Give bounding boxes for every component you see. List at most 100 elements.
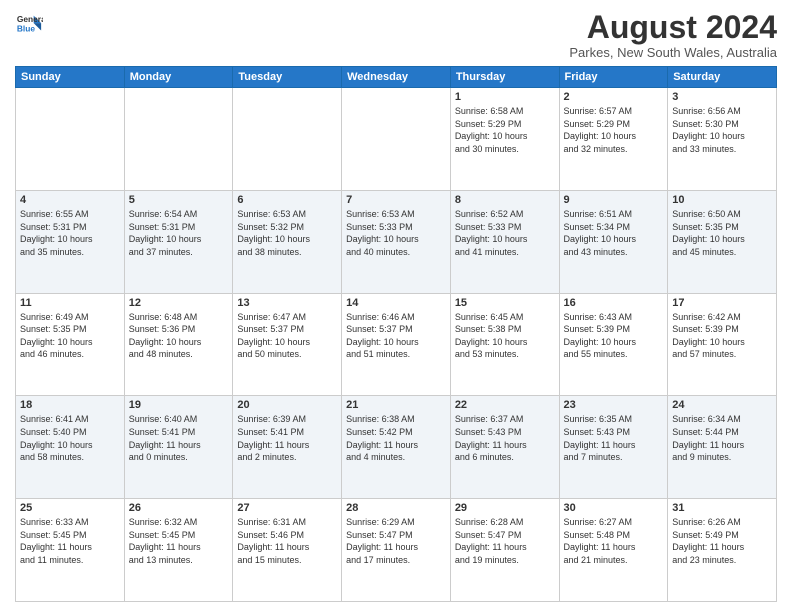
day-number: 20 <box>237 399 337 411</box>
cell-text: Sunrise: 6:32 AM Sunset: 5:45 PM Dayligh… <box>129 516 229 566</box>
cell-w1-d3 <box>233 88 342 191</box>
week-row-4: 18 Sunrise: 6:41 AM Sunset: 5:40 PM Dayli… <box>16 396 777 499</box>
logo-icon: General Blue <box>15 10 43 38</box>
day-number: 14 <box>346 297 446 309</box>
cell-w2-d7: 10Sunrise: 6:50 AM Sunset: 5:35 PM Dayli… <box>668 190 777 293</box>
week-row-5: 25 Sunrise: 6:33 AM Sunset: 5:45 PM Dayli… <box>16 499 777 602</box>
calendar: Sunday Monday Tuesday Wednesday Thursday… <box>15 66 777 602</box>
day-number: 16 <box>564 297 664 309</box>
col-wednesday: Wednesday <box>342 67 451 88</box>
col-monday: Monday <box>124 67 233 88</box>
col-thursday: Thursday <box>450 67 559 88</box>
cell-w1-d1 <box>16 88 125 191</box>
cell-text: Sunrise: 6:31 AM Sunset: 5:46 PM Dayligh… <box>237 516 337 566</box>
day-number: 19 <box>129 399 229 411</box>
cell-text: Sunrise: 6:40 AM Sunset: 5:41 PM Dayligh… <box>129 413 229 463</box>
cell-w1-d4 <box>342 88 451 191</box>
cell-text: Sunrise: 6:42 AM Sunset: 5:39 PM Dayligh… <box>672 311 772 361</box>
cell-w3-d2: 12Sunrise: 6:48 AM Sunset: 5:36 PM Dayli… <box>124 293 233 396</box>
day-number: 18 <box>20 399 120 411</box>
cell-w5-d2: 26 Sunrise: 6:32 AM Sunset: 5:45 PM Dayli… <box>124 499 233 602</box>
week-row-3: 11Sunrise: 6:49 AM Sunset: 5:35 PM Dayli… <box>16 293 777 396</box>
cell-text: Sunrise: 6:41 AM Sunset: 5:40 PM Dayligh… <box>20 413 120 463</box>
cell-text: Sunrise: 6:34 AM Sunset: 5:44 PM Dayligh… <box>672 413 772 463</box>
cell-text: Sunrise: 6:33 AM Sunset: 5:45 PM Dayligh… <box>20 516 120 566</box>
cell-w2-d4: 7Sunrise: 6:53 AM Sunset: 5:33 PM Daylig… <box>342 190 451 293</box>
cell-text: Sunrise: 6:52 AM Sunset: 5:33 PM Dayligh… <box>455 208 555 258</box>
day-number: 17 <box>672 297 772 309</box>
cell-w3-d4: 14Sunrise: 6:46 AM Sunset: 5:37 PM Dayli… <box>342 293 451 396</box>
day-number: 5 <box>129 194 229 206</box>
week-row-2: 4Sunrise: 6:55 AM Sunset: 5:31 PM Daylig… <box>16 190 777 293</box>
cell-w1-d6: 2 Sunrise: 6:57 AM Sunset: 5:29 PM Daylig… <box>559 88 668 191</box>
cell-w4-d6: 23 Sunrise: 6:35 AM Sunset: 5:43 PM Dayli… <box>559 396 668 499</box>
col-tuesday: Tuesday <box>233 67 342 88</box>
cell-text: Sunrise: 6:53 AM Sunset: 5:32 PM Dayligh… <box>237 208 337 258</box>
cell-w5-d5: 29Sunrise: 6:28 AM Sunset: 5:47 PM Dayli… <box>450 499 559 602</box>
cell-w3-d7: 17 Sunrise: 6:42 AM Sunset: 5:39 PM Dayli… <box>668 293 777 396</box>
day-number: 24 <box>672 399 772 411</box>
day-number: 29 <box>455 502 555 514</box>
cell-text: Sunrise: 6:49 AM Sunset: 5:35 PM Dayligh… <box>20 311 120 361</box>
cell-text: Sunrise: 6:39 AM Sunset: 5:41 PM Dayligh… <box>237 413 337 463</box>
cell-w1-d2 <box>124 88 233 191</box>
day-number: 15 <box>455 297 555 309</box>
cell-text: Sunrise: 6:48 AM Sunset: 5:36 PM Dayligh… <box>129 311 229 361</box>
cell-w3-d5: 15 Sunrise: 6:45 AM Sunset: 5:38 PM Dayli… <box>450 293 559 396</box>
cell-text: Sunrise: 6:51 AM Sunset: 5:34 PM Dayligh… <box>564 208 664 258</box>
calendar-header: Sunday Monday Tuesday Wednesday Thursday… <box>16 67 777 88</box>
day-number: 25 <box>20 502 120 514</box>
cell-w4-d4: 21 Sunrise: 6:38 AM Sunset: 5:42 PM Dayli… <box>342 396 451 499</box>
cell-w2-d6: 9Sunrise: 6:51 AM Sunset: 5:34 PM Daylig… <box>559 190 668 293</box>
cell-w5-d1: 25 Sunrise: 6:33 AM Sunset: 5:45 PM Dayli… <box>16 499 125 602</box>
cell-text: Sunrise: 6:35 AM Sunset: 5:43 PM Dayligh… <box>564 413 664 463</box>
cell-text: Sunrise: 6:43 AM Sunset: 5:39 PM Dayligh… <box>564 311 664 361</box>
cell-text: Sunrise: 6:47 AM Sunset: 5:37 PM Dayligh… <box>237 311 337 361</box>
day-number: 23 <box>564 399 664 411</box>
cell-w2-d1: 4Sunrise: 6:55 AM Sunset: 5:31 PM Daylig… <box>16 190 125 293</box>
cell-w3-d6: 16 Sunrise: 6:43 AM Sunset: 5:39 PM Dayli… <box>559 293 668 396</box>
cell-w3-d3: 13Sunrise: 6:47 AM Sunset: 5:37 PM Dayli… <box>233 293 342 396</box>
cell-text: Sunrise: 6:57 AM Sunset: 5:29 PM Dayligh… <box>564 105 664 155</box>
header-row: Sunday Monday Tuesday Wednesday Thursday… <box>16 67 777 88</box>
day-number: 28 <box>346 502 446 514</box>
cell-text: Sunrise: 6:38 AM Sunset: 5:42 PM Dayligh… <box>346 413 446 463</box>
location: Parkes, New South Wales, Australia <box>569 45 777 60</box>
cell-text: Sunrise: 6:37 AM Sunset: 5:43 PM Dayligh… <box>455 413 555 463</box>
cell-w4-d5: 22 Sunrise: 6:37 AM Sunset: 5:43 PM Dayli… <box>450 396 559 499</box>
cell-w1-d5: 1 Sunrise: 6:58 AM Sunset: 5:29 PM Daylig… <box>450 88 559 191</box>
day-number: 8 <box>455 194 555 206</box>
day-number: 31 <box>672 502 772 514</box>
day-number: 2 <box>564 91 664 103</box>
cell-text: Sunrise: 6:50 AM Sunset: 5:35 PM Dayligh… <box>672 208 772 258</box>
col-saturday: Saturday <box>668 67 777 88</box>
cell-text: Sunrise: 6:55 AM Sunset: 5:31 PM Dayligh… <box>20 208 120 258</box>
calendar-body: 1 Sunrise: 6:58 AM Sunset: 5:29 PM Daylig… <box>16 88 777 602</box>
cell-w4-d7: 24 Sunrise: 6:34 AM Sunset: 5:44 PM Dayli… <box>668 396 777 499</box>
title-block: August 2024 Parkes, New South Wales, Aus… <box>569 10 777 60</box>
month-year: August 2024 <box>569 10 777 45</box>
logo: General Blue <box>15 10 43 38</box>
cell-w2-d3: 6 Sunrise: 6:53 AM Sunset: 5:32 PM Daylig… <box>233 190 342 293</box>
cell-text: Sunrise: 6:26 AM Sunset: 5:49 PM Dayligh… <box>672 516 772 566</box>
day-number: 27 <box>237 502 337 514</box>
col-sunday: Sunday <box>16 67 125 88</box>
cell-text: Sunrise: 6:53 AM Sunset: 5:33 PM Dayligh… <box>346 208 446 258</box>
day-number: 21 <box>346 399 446 411</box>
cell-w4-d1: 18 Sunrise: 6:41 AM Sunset: 5:40 PM Dayli… <box>16 396 125 499</box>
cell-text: Sunrise: 6:54 AM Sunset: 5:31 PM Dayligh… <box>129 208 229 258</box>
day-number: 22 <box>455 399 555 411</box>
day-number: 26 <box>129 502 229 514</box>
cell-w4-d3: 20 Sunrise: 6:39 AM Sunset: 5:41 PM Dayli… <box>233 396 342 499</box>
cell-text: Sunrise: 6:45 AM Sunset: 5:38 PM Dayligh… <box>455 311 555 361</box>
cell-w5-d6: 30Sunrise: 6:27 AM Sunset: 5:48 PM Dayli… <box>559 499 668 602</box>
day-number: 3 <box>672 91 772 103</box>
svg-text:Blue: Blue <box>17 23 35 33</box>
day-number: 1 <box>455 91 555 103</box>
page: General Blue August 2024 Parkes, New Sou… <box>0 0 792 612</box>
cell-text: Sunrise: 6:58 AM Sunset: 5:29 PM Dayligh… <box>455 105 555 155</box>
col-friday: Friday <box>559 67 668 88</box>
day-number: 6 <box>237 194 337 206</box>
cell-w5-d4: 28Sunrise: 6:29 AM Sunset: 5:47 PM Dayli… <box>342 499 451 602</box>
cell-w5-d3: 27 Sunrise: 6:31 AM Sunset: 5:46 PM Dayli… <box>233 499 342 602</box>
